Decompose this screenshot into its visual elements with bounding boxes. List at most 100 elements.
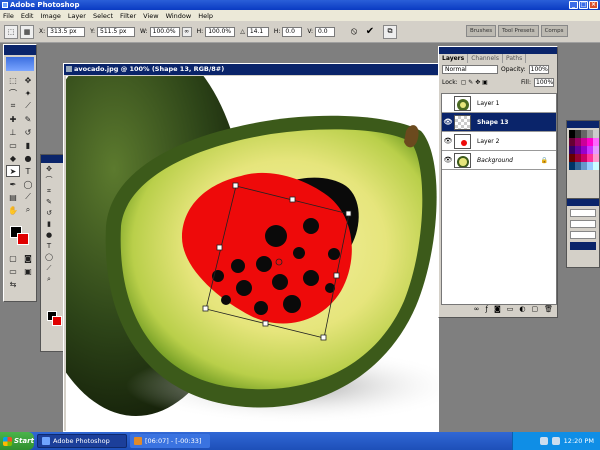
full-screen-icon[interactable]: ▣ <box>21 265 35 277</box>
jump-to-imageready-icon[interactable]: ⇆ <box>6 278 20 290</box>
blur-tool-icon[interactable]: ◆ <box>6 152 20 164</box>
layers-palette-header[interactable] <box>439 47 557 54</box>
quick-mask-icon[interactable]: ◙ <box>21 252 35 264</box>
image-canvas[interactable] <box>66 76 438 432</box>
trash-icon[interactable]: 🗑 <box>544 305 553 315</box>
angle-field[interactable]: 14.1 <box>246 26 269 37</box>
menu-filter[interactable]: Filter <box>120 12 136 20</box>
close-button[interactable]: × <box>589 1 598 9</box>
x-field[interactable]: 313.5 px <box>47 26 86 37</box>
clock[interactable]: 12:20 PM <box>564 437 594 445</box>
standard-mode-icon[interactable]: ▢ <box>6 252 20 264</box>
menu-file[interactable]: File <box>3 12 14 20</box>
taskbar-item-media[interactable]: [06:07] - [-00:33] <box>130 434 210 448</box>
layer-row[interactable]: Layer 1 <box>442 94 556 113</box>
browser-icon[interactable]: ⧉ <box>383 24 397 39</box>
zoom-tool-icon[interactable]: ⌕ <box>43 274 55 284</box>
marquee-tool-icon[interactable]: ⬚ <box>6 74 20 86</box>
opacity-field[interactable]: 100% <box>528 65 549 74</box>
standard-screen-icon[interactable]: ▭ <box>6 265 20 277</box>
y-field[interactable]: 511.5 px <box>97 26 136 37</box>
height-field[interactable]: 100.0% <box>205 26 236 37</box>
tab-layers[interactable]: Layers <box>439 54 469 63</box>
path-selection-tool-icon[interactable]: ➤ <box>6 165 20 177</box>
shape-tool-icon[interactable]: ◯ <box>21 178 35 190</box>
layer-mask-icon[interactable]: ◙ <box>494 305 501 315</box>
zoom-tool-icon[interactable]: ⌕ <box>21 204 35 216</box>
vskew-field[interactable]: 0.0 <box>315 26 335 37</box>
gradient-tool-icon[interactable]: ▮ <box>21 139 35 151</box>
lasso-tool-icon[interactable]: ⌒ <box>6 87 20 99</box>
volume-icon[interactable] <box>551 437 560 445</box>
menu-image[interactable]: Image <box>40 12 60 20</box>
eye-icon[interactable]: 👁 <box>442 156 454 164</box>
menu-select[interactable]: Select <box>93 12 113 20</box>
layer-style-icon[interactable]: ƒ <box>485 305 487 315</box>
type-tool-icon[interactable]: T <box>43 241 55 251</box>
dodge-tool-icon[interactable]: ● <box>43 230 55 240</box>
hand-tool-icon[interactable]: ✋ <box>6 204 20 216</box>
healing-brush-icon[interactable]: ✚ <box>6 113 20 125</box>
minimize-button[interactable]: _ <box>569 1 578 9</box>
layer-row[interactable]: 👁 Shape 13 <box>442 113 556 132</box>
tab-tool-presets[interactable]: Tool Presets <box>498 25 539 37</box>
crop-tool-icon[interactable]: ⌗ <box>43 186 55 196</box>
eyedropper-tool-icon[interactable]: ⟋ <box>43 263 55 273</box>
gradient-tool-icon[interactable]: ▮ <box>43 219 55 229</box>
notes-tool-icon[interactable]: ▤ <box>6 191 20 203</box>
tab-brushes[interactable]: Brushes <box>466 25 497 37</box>
layer-row[interactable]: 👁 Layer 2 <box>442 132 556 151</box>
taskbar-item-photoshop[interactable]: Adobe Photoshop <box>37 434 127 448</box>
swatches-palette-header[interactable] <box>567 121 599 128</box>
history-palette-header[interactable] <box>567 199 599 206</box>
menu-edit[interactable]: Edit <box>21 12 34 20</box>
menu-layer[interactable]: Layer <box>68 12 86 20</box>
background-color-swatch[interactable] <box>17 233 29 245</box>
tab-paths[interactable]: Paths <box>503 54 527 63</box>
type-tool-icon[interactable]: T <box>21 165 35 177</box>
lock-icons[interactable]: ▢ ✎ ✥ ▣ <box>461 79 488 86</box>
pen-tool-icon[interactable]: ✒ <box>6 178 20 190</box>
new-layer-icon[interactable]: ▢ <box>531 305 538 315</box>
link-icon[interactable]: ∞ <box>181 26 192 37</box>
eye-icon[interactable]: 👁 <box>442 137 454 145</box>
magic-wand-tool-icon[interactable]: ✦ <box>21 87 35 99</box>
history-brush-icon[interactable]: ↺ <box>43 208 55 218</box>
tab-comps[interactable]: Comps <box>540 25 568 37</box>
slice-tool-icon[interactable]: ⟋ <box>21 100 35 112</box>
dodge-tool-icon[interactable]: ● <box>21 152 35 164</box>
adjustment-layer-icon[interactable]: ◐ <box>519 305 525 315</box>
shape-tool-icon[interactable]: ◯ <box>43 252 55 262</box>
maximize-button[interactable]: □ <box>579 1 588 9</box>
network-icon[interactable] <box>539 437 548 445</box>
tab-channels[interactable]: Channels <box>468 54 503 63</box>
swatch-grid[interactable] <box>567 128 599 172</box>
brush-tool-icon[interactable]: ✎ <box>21 113 35 125</box>
tool-palette-header[interactable] <box>4 45 36 55</box>
link-layers-icon[interactable]: ∞ <box>474 305 480 315</box>
fill-field[interactable]: 100% <box>534 78 554 87</box>
menu-view[interactable]: View <box>143 12 158 20</box>
move-tool-icon[interactable]: ✥ <box>43 164 55 174</box>
move-tool-icon[interactable]: ✥ <box>21 74 35 86</box>
new-set-icon[interactable]: ▭ <box>507 305 514 315</box>
document-title-bar[interactable]: avocado.jpg @ 100% (Shape 13, RGB/8#) <box>64 64 438 75</box>
transform-tool-icon[interactable]: ⬚ <box>4 24 18 39</box>
hskew-field[interactable]: 0.0 <box>282 26 303 37</box>
photoshop-logo[interactable] <box>6 57 34 71</box>
crop-tool-icon[interactable]: ⌗ <box>6 100 20 112</box>
cancel-transform-icon[interactable]: ⦸ <box>347 25 361 39</box>
reference-point-icon[interactable]: ▦ <box>20 24 34 39</box>
commit-transform-icon[interactable]: ✔ <box>363 25 377 39</box>
menu-window[interactable]: Window <box>166 12 192 20</box>
clone-stamp-icon[interactable]: ⊥ <box>6 126 20 138</box>
eye-icon[interactable]: 👁 <box>442 118 454 126</box>
brush-tool-icon[interactable]: ✎ <box>43 197 55 207</box>
blend-mode-select[interactable]: Normal <box>442 65 498 74</box>
history-brush-icon[interactable]: ↺ <box>21 126 35 138</box>
layer-row[interactable]: 👁 Background 🔒 <box>442 151 556 170</box>
lasso-tool-icon[interactable]: ⌒ <box>43 175 55 185</box>
menu-help[interactable]: Help <box>198 12 213 20</box>
eraser-tool-icon[interactable]: ▭ <box>6 139 20 151</box>
width-field[interactable]: 100.0% <box>149 26 180 37</box>
